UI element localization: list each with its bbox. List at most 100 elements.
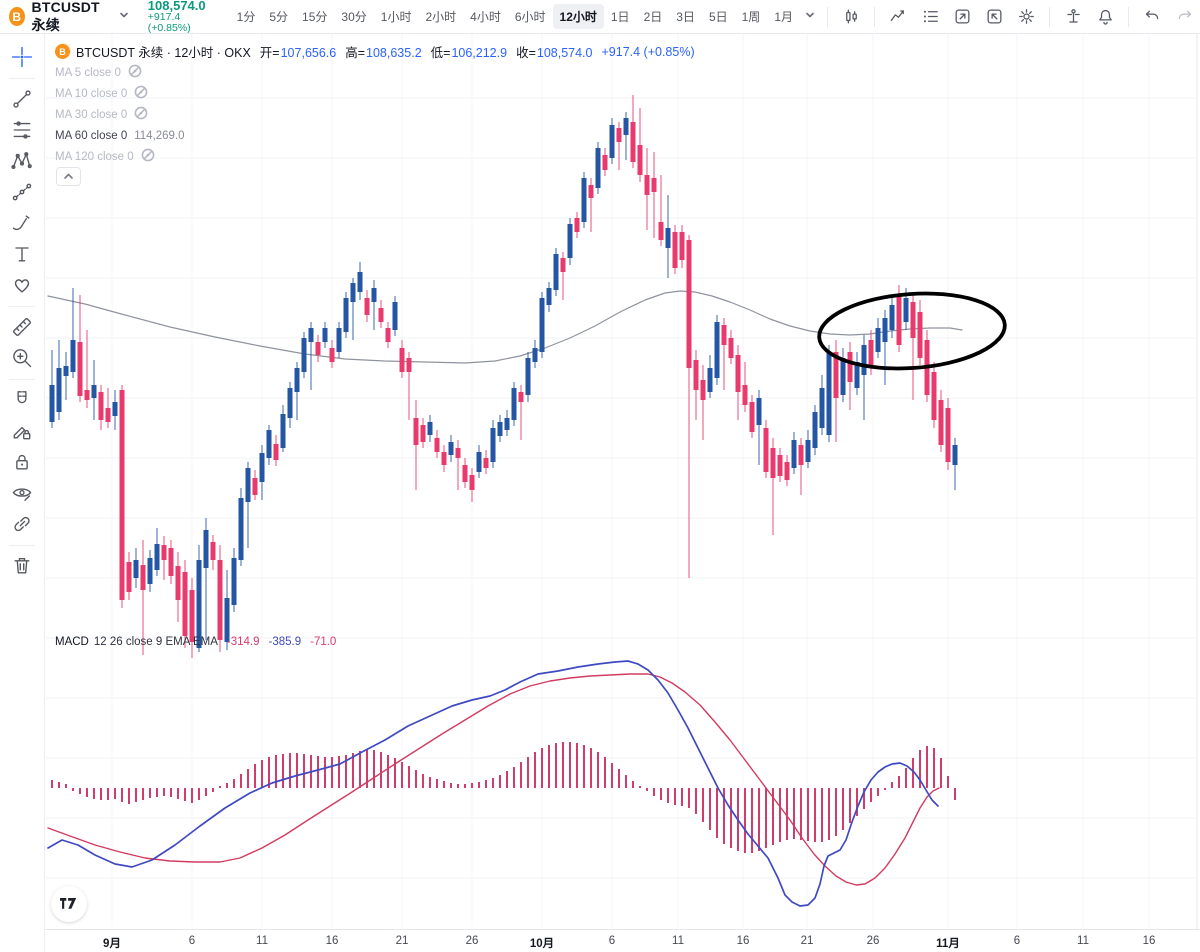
candle-body <box>609 125 615 158</box>
visibility-off-icon[interactable] <box>141 148 155 165</box>
chevron-down-icon[interactable] <box>118 8 130 26</box>
ma-row[interactable]: MA 30 close 0 <box>55 104 185 125</box>
emoji-icon[interactable] <box>7 270 37 300</box>
candle-body <box>665 228 671 248</box>
candle-body <box>616 128 622 142</box>
object-tree-icon[interactable] <box>981 4 1007 30</box>
top-toolbar: B BTCUSDT 永续 108,574.0 +917.4 (+0.85%) 1… <box>0 0 1200 34</box>
fib-retracement-icon[interactable] <box>7 115 37 145</box>
text-icon[interactable] <box>7 239 37 269</box>
macd-legend[interactable]: MACD 12 26 close 9 EMA EMA -314.9 -385.9-… <box>55 636 336 648</box>
candle-body <box>231 558 237 605</box>
ma60-line <box>47 290 963 364</box>
toolbar-divider <box>9 379 35 380</box>
candle-body <box>777 455 783 476</box>
candle-body <box>763 428 769 472</box>
layout-template-icon[interactable] <box>949 4 975 30</box>
time-label: 9月 <box>103 938 121 950</box>
timeframe-2日[interactable]: 2日 <box>637 4 670 29</box>
visibility-off-icon[interactable] <box>128 64 142 81</box>
candle-body <box>189 590 195 642</box>
magnet-icon[interactable] <box>7 385 37 415</box>
candle-body <box>483 458 489 468</box>
ma-label: MA 30 close 0 <box>55 108 128 121</box>
forecast-icon[interactable] <box>7 177 37 207</box>
candle-body <box>504 418 510 430</box>
visibility-off-icon[interactable] <box>134 85 148 102</box>
ma-row[interactable]: MA 5 close 0 <box>55 62 185 83</box>
ruler-icon[interactable] <box>7 312 37 342</box>
candle-body <box>252 478 258 495</box>
toolbar-divider <box>1128 6 1129 27</box>
visibility-off-icon[interactable] <box>134 106 148 123</box>
lock-icon[interactable] <box>7 447 37 477</box>
trading-app: B BTCUSDT 永续 108,574.0 +917.4 (+0.85%) 1… <box>0 0 1200 952</box>
legend-change: +917.4 (+0.85%) <box>601 44 695 59</box>
candle-body <box>245 468 251 502</box>
trash-icon[interactable] <box>7 551 37 581</box>
macd-params: 12 26 close 9 EMA EMA <box>93 636 218 648</box>
timeframe-5分[interactable]: 5分 <box>262 4 295 29</box>
timeframe-1月[interactable]: 1月 <box>767 4 800 29</box>
crosshair-icon[interactable] <box>7 42 37 72</box>
toolbar-divider <box>1049 6 1050 27</box>
draw-lock-icon[interactable] <box>7 416 37 446</box>
link-icon[interactable] <box>7 509 37 539</box>
indicators-icon[interactable] <box>885 4 911 30</box>
candle-body <box>686 240 692 368</box>
candle-body <box>637 145 643 175</box>
candle-body <box>896 295 902 345</box>
timeframe-1周[interactable]: 1周 <box>735 4 768 29</box>
timeframe-30分[interactable]: 30分 <box>334 4 373 29</box>
timeframe-6小时[interactable]: 6小时 <box>508 4 553 29</box>
time-axis[interactable]: 9月 6 11 16 21 26 10月 6 11 16 21 26 11月 6 11 16 <box>45 929 1200 952</box>
ma-row[interactable]: MA 10 close 0 <box>55 83 185 104</box>
indicator-templates-icon[interactable] <box>917 4 943 30</box>
timeframe-1分[interactable]: 1分 <box>230 4 263 29</box>
redo-icon[interactable] <box>1171 4 1197 30</box>
candles-style-icon[interactable] <box>838 4 864 30</box>
tradingview-logo[interactable] <box>51 886 87 922</box>
symbol-button[interactable]: BTCUSDT 永续 <box>32 0 114 35</box>
zoom-in-icon[interactable] <box>7 343 37 373</box>
candle-body <box>133 560 139 578</box>
timeframe-12小时[interactable]: 12小时 <box>552 4 604 29</box>
timeframe-2小时[interactable]: 2小时 <box>418 4 463 29</box>
candle-body <box>168 548 174 576</box>
timeframe-15分[interactable]: 15分 <box>295 4 334 29</box>
candle-body <box>308 328 314 342</box>
macd-values: -314.9 -385.9 -71.0 <box>218 636 336 648</box>
timeframe-more-chevron-icon[interactable] <box>804 8 816 26</box>
symbol-legend[interactable]: B BTCUSDT 永续 · 12小时 · OKX 开=107,656.6 高=1… <box>55 42 695 61</box>
trend-line-icon[interactable] <box>7 84 37 114</box>
brush-icon[interactable] <box>7 208 37 238</box>
grid-lines <box>46 34 1196 927</box>
timeframe-1小时[interactable]: 1小时 <box>374 4 419 29</box>
alert-icon[interactable] <box>1092 4 1118 30</box>
timeframe-4小时[interactable]: 4小时 <box>463 4 508 29</box>
candle-body <box>49 385 55 422</box>
settings-icon[interactable] <box>1013 4 1039 30</box>
candle-body <box>644 175 650 195</box>
candle-body <box>259 453 265 482</box>
candle-body <box>56 368 62 412</box>
xabcd-pattern-icon[interactable] <box>7 146 37 176</box>
compare-icon[interactable] <box>1060 4 1086 30</box>
candle-body <box>903 298 909 322</box>
undo-icon[interactable] <box>1139 4 1165 30</box>
collapse-legend-button[interactable] <box>56 167 81 186</box>
candle-body <box>266 430 272 458</box>
timeframe-5日[interactable]: 5日 <box>702 4 735 29</box>
candle-body <box>952 445 958 465</box>
time-label: 16 <box>736 935 750 947</box>
timeframe-1日[interactable]: 1日 <box>604 4 637 29</box>
ma-row[interactable]: MA 60 close 0 114,269.0 <box>55 125 185 146</box>
candle-body <box>448 442 454 455</box>
candle-body <box>784 462 790 480</box>
candle-body <box>343 298 349 332</box>
candle-body <box>889 305 895 330</box>
timeframe-3日[interactable]: 3日 <box>669 4 702 29</box>
hide-drawings-icon[interactable] <box>7 478 37 508</box>
time-label: 26 <box>465 935 479 947</box>
ma-row[interactable]: MA 120 close 0 <box>55 146 185 167</box>
